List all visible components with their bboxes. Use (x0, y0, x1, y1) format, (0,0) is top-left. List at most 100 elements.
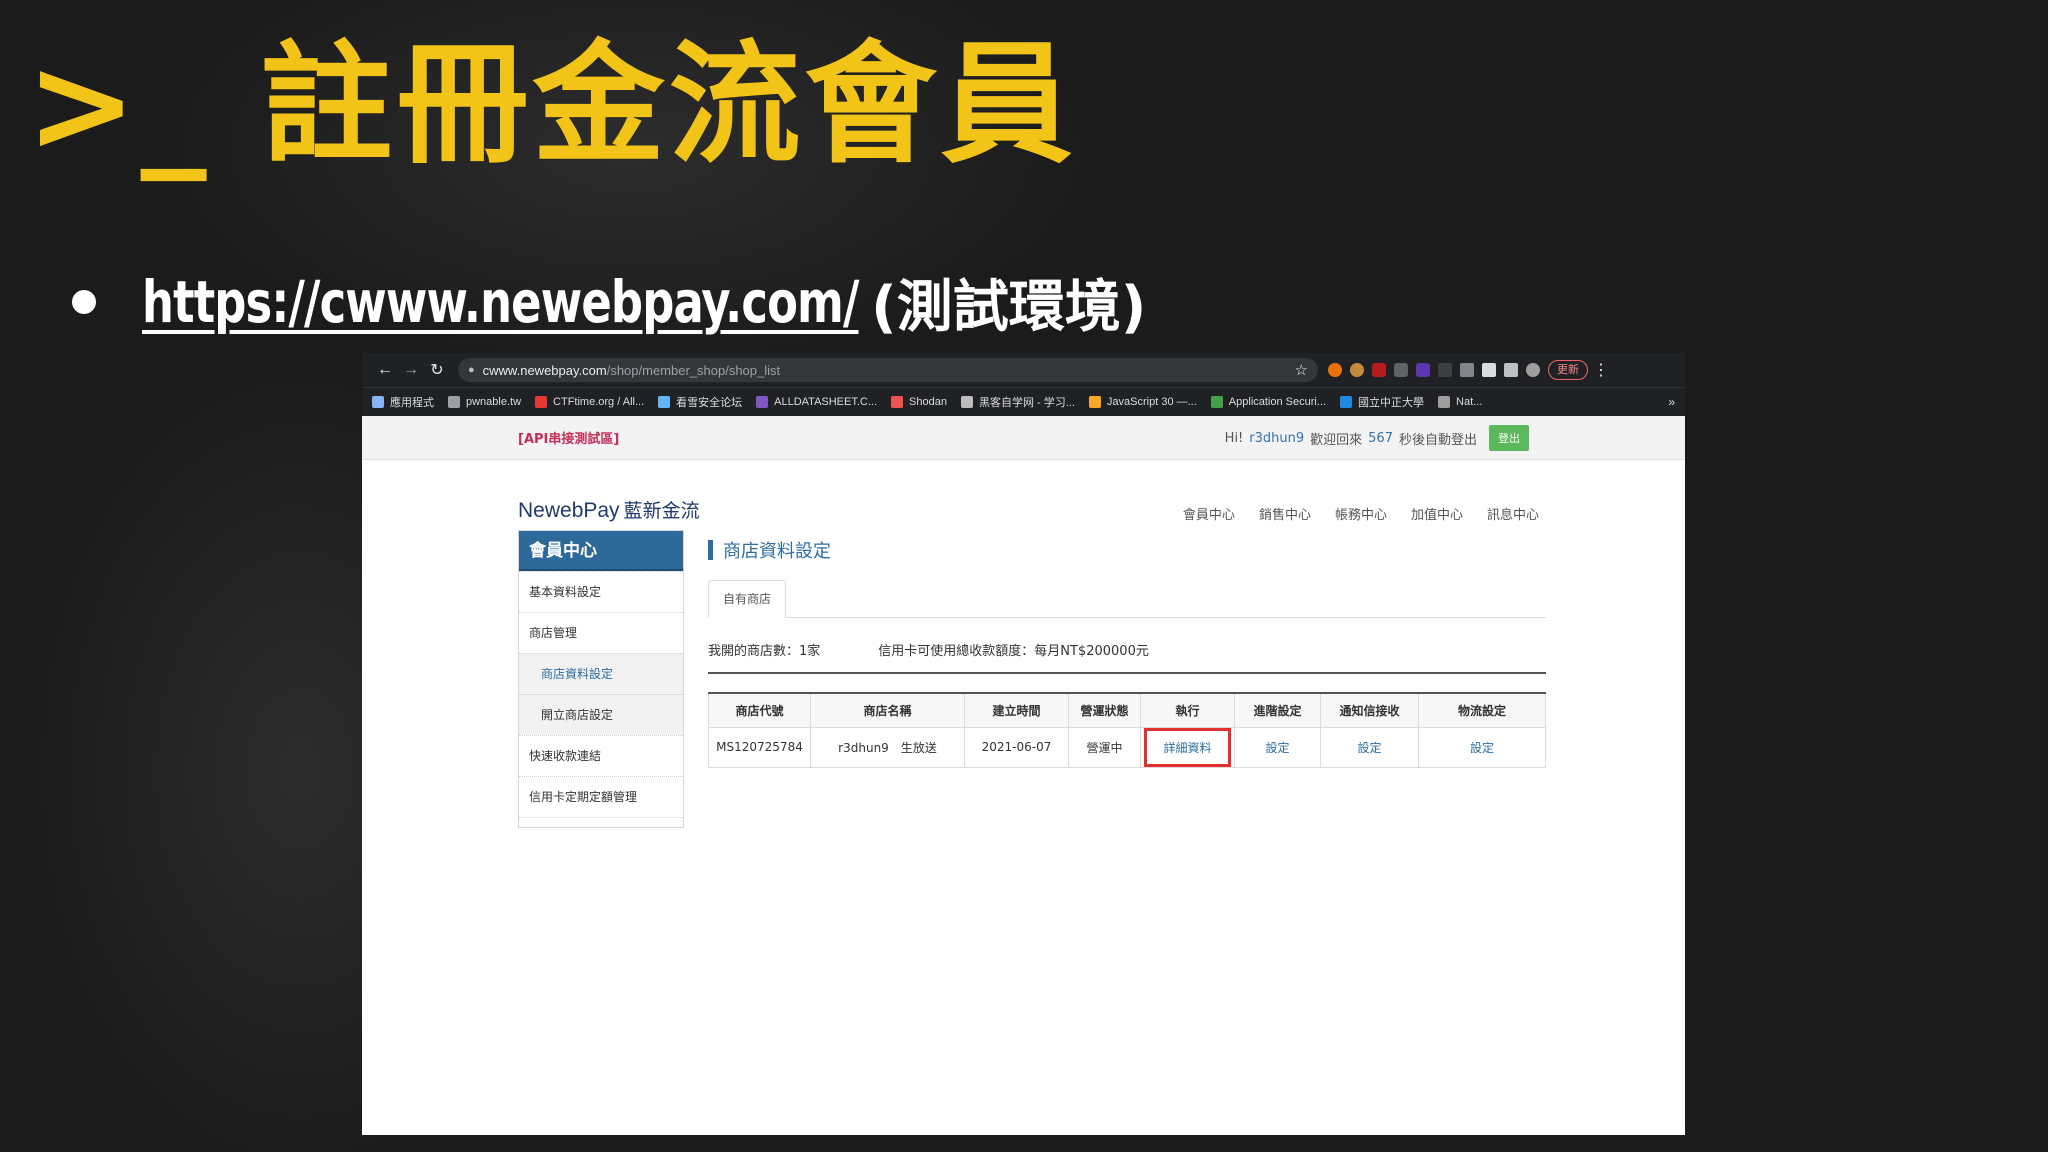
bookmark-label: 黑客自学网 - 学习... (978, 397, 1075, 409)
summary-divider (708, 672, 1546, 674)
menu-kebab-icon[interactable]: ⋮ (1588, 360, 1614, 380)
col-created: 建立時間 (964, 692, 1069, 728)
bullet-note: (測試環境) (871, 274, 1147, 340)
advanced-settings-link[interactable]: 設定 (1265, 741, 1289, 755)
sidebar-heading: 會員中心 (519, 531, 683, 571)
bullet-link[interactable]: https://cwww.newebpay.com/ (142, 268, 859, 336)
ublock-extension-icon[interactable] (1372, 363, 1386, 377)
bookmark-item[interactable]: pwnable.tw (448, 396, 521, 408)
cookie-extension-icon[interactable] (1350, 363, 1364, 377)
cell-logistics: 設定 (1418, 726, 1546, 768)
username[interactable]: r3dhun9 (1249, 431, 1304, 446)
bookmark-favicon-icon (1438, 396, 1451, 408)
puzzle-extensions-icon[interactable] (1482, 363, 1496, 377)
logout-countdown: 567 (1368, 430, 1393, 446)
section-title-text: 商店資料設定 (723, 541, 831, 562)
nav-sales-center[interactable]: 銷售中心 (1259, 504, 1311, 523)
avatar[interactable] (1526, 363, 1540, 377)
cell-shop-id: MS120725784 (708, 726, 811, 768)
forward-icon[interactable]: → (398, 361, 424, 379)
reload-icon[interactable]: ↻ (424, 360, 450, 380)
sidebar-item-shop-settings[interactable]: 商店資料設定 (519, 653, 683, 694)
tab-own-shop[interactable]: 自有商店 (708, 580, 787, 618)
cell-advanced: 設定 (1234, 726, 1321, 768)
bookmark-label: JavaScript 30 —... (1106, 396, 1197, 408)
bookmark-label: Shodan (909, 396, 947, 408)
section-title: 商店資料設定 (708, 530, 1546, 570)
wappalyzer-extension-icon[interactable] (1416, 363, 1430, 377)
bookmark-item[interactable]: CTFtime.org / All... (535, 396, 644, 408)
bookmarks-overflow-icon[interactable]: » (1668, 395, 1675, 409)
sidebar-item-quick-payment-link[interactable]: 快速收款連結 (519, 735, 683, 776)
square-extension-icon[interactable] (1460, 363, 1474, 377)
bookmark-item[interactable]: Shodan (891, 396, 947, 408)
nav-value-added-center[interactable]: 加值中心 (1411, 504, 1463, 523)
bookmark-item[interactable]: Application Securi... (1210, 396, 1327, 408)
shop-summary: 我開的商店數：1家 信用卡可使用總收款額度：每月NT$200000元 (708, 640, 1546, 660)
bookmark-label: CTFtime.org / All... (553, 396, 645, 408)
newebpay-logo[interactable]: NewebPay 藍新金流 (518, 496, 700, 523)
bookmark-favicon-icon (891, 396, 904, 408)
col-notify: 通知信接收 (1320, 692, 1419, 728)
notify-settings-link[interactable]: 設定 (1357, 741, 1381, 755)
url-host: cwww.newebpay.com (482, 362, 607, 378)
top-info-bar: [API串接測試區] Hi! r3dhun9 歡迎回來 567 秒後自動登出 登… (362, 416, 1685, 460)
glasses-extension-icon[interactable] (1394, 363, 1408, 377)
tab-strip: 自有商店 (708, 580, 1546, 618)
bookmark-favicon-icon (1340, 396, 1353, 408)
extension-icons (1328, 363, 1540, 377)
bookmark-favicon-icon (756, 396, 769, 408)
table-header-row: 商店代號 商店名稱 建立時間 營運狀態 執行 進階設定 通知信接收 物流設定 (708, 692, 1546, 728)
credit-cap: 信用卡可使用總收款額度：每月NT$200000元 (878, 644, 1149, 659)
bookmark-favicon-icon (448, 396, 460, 408)
bookmark-star-icon[interactable]: ☆ (1295, 361, 1308, 379)
col-action: 執行 (1140, 692, 1235, 728)
nav-message-center[interactable]: 訊息中心 (1487, 504, 1539, 523)
logo-cn: 藍新金流 (623, 500, 700, 522)
bookmark-label: Application Securi... (1228, 396, 1327, 408)
greeting-prefix: Hi! (1224, 430, 1244, 446)
extension-icon[interactable] (1328, 363, 1342, 377)
bookmark-label: 國立中正大學 (1358, 397, 1425, 409)
bookmark-label: 應用程式 (390, 397, 434, 409)
bookmark-label: pwnable.tw (466, 396, 522, 408)
update-button[interactable]: 更新 (1548, 360, 1588, 380)
logistics-settings-link[interactable]: 設定 (1470, 741, 1494, 755)
user-info: Hi! r3dhun9 歡迎回來 567 秒後自動登出 登出 (1225, 425, 1529, 451)
shop-table: 商店代號 商店名稱 建立時間 營運狀態 執行 進階設定 通知信接收 物流設定 M… (708, 692, 1546, 768)
browser-toolbar: ← → ↻ ● cwww.newebpay.com/shop/member_sh… (362, 353, 1685, 387)
sidebar-item-basic-settings[interactable]: 基本資料設定 (519, 571, 683, 612)
bookmarks-bar: 應用程式 pwnable.tw CTFtime.org / All... 看雪安全论坛… (362, 387, 1685, 416)
bookmark-favicon-icon (372, 396, 384, 408)
cell-created: 2021-06-07 (964, 726, 1069, 768)
main-content: 商店資料設定 自有商店 我開的商店數：1家 信用卡可使用總收款額度：每月NT$2… (708, 530, 1546, 768)
logout-button[interactable]: 登出 (1489, 425, 1529, 451)
highlight-box: 詳細資料 (1144, 727, 1231, 767)
logo-en: NewebPay (518, 499, 620, 522)
media-control-icon[interactable] (1504, 363, 1518, 377)
bookmark-item[interactable]: JavaScript 30 —... (1088, 396, 1197, 408)
sidebar-item-open-shop[interactable]: 開立商店設定 (519, 694, 683, 735)
cell-notify: 設定 (1320, 726, 1419, 768)
url-path: /shop/member_shop/shop_list (606, 362, 781, 378)
bookmark-item[interactable]: 看雪安全论坛 (658, 394, 742, 410)
bookmark-label: Nat... (1456, 396, 1483, 408)
sidebar-item-shop-management[interactable]: 商店管理 (519, 612, 683, 653)
bookmark-item[interactable]: 黑客自学网 - 学习... (960, 394, 1075, 410)
address-bar[interactable]: ● cwww.newebpay.com/shop/member_shop/sho… (458, 358, 1318, 382)
bookmark-item[interactable]: 國立中正大學 (1340, 394, 1424, 410)
bookmark-item[interactable]: ALLDATASHEET.C... (756, 396, 877, 408)
binary-extension-icon[interactable] (1438, 363, 1452, 377)
back-icon[interactable]: ← (372, 361, 398, 379)
lock-icon: ● (468, 364, 475, 376)
nav-account-center[interactable]: 帳務中心 (1335, 504, 1387, 523)
slide-title: >_ 註冊金流會員 (26, 28, 1077, 182)
nav-member-center[interactable]: 會員中心 (1183, 504, 1235, 523)
bookmark-item[interactable]: Nat... (1438, 396, 1482, 408)
greeting-mid: 歡迎回來 (1310, 432, 1363, 448)
greeting-suffix: 秒後自動登出 (1398, 432, 1477, 448)
sidebar-item-recurring-credit[interactable]: 信用卡定期定額管理 (519, 776, 683, 817)
browser-window: ← → ↻ ● cwww.newebpay.com/shop/member_sh… (362, 353, 1685, 1135)
detail-link[interactable]: 詳細資料 (1163, 741, 1211, 755)
bookmark-item[interactable]: 應用程式 (372, 394, 434, 410)
